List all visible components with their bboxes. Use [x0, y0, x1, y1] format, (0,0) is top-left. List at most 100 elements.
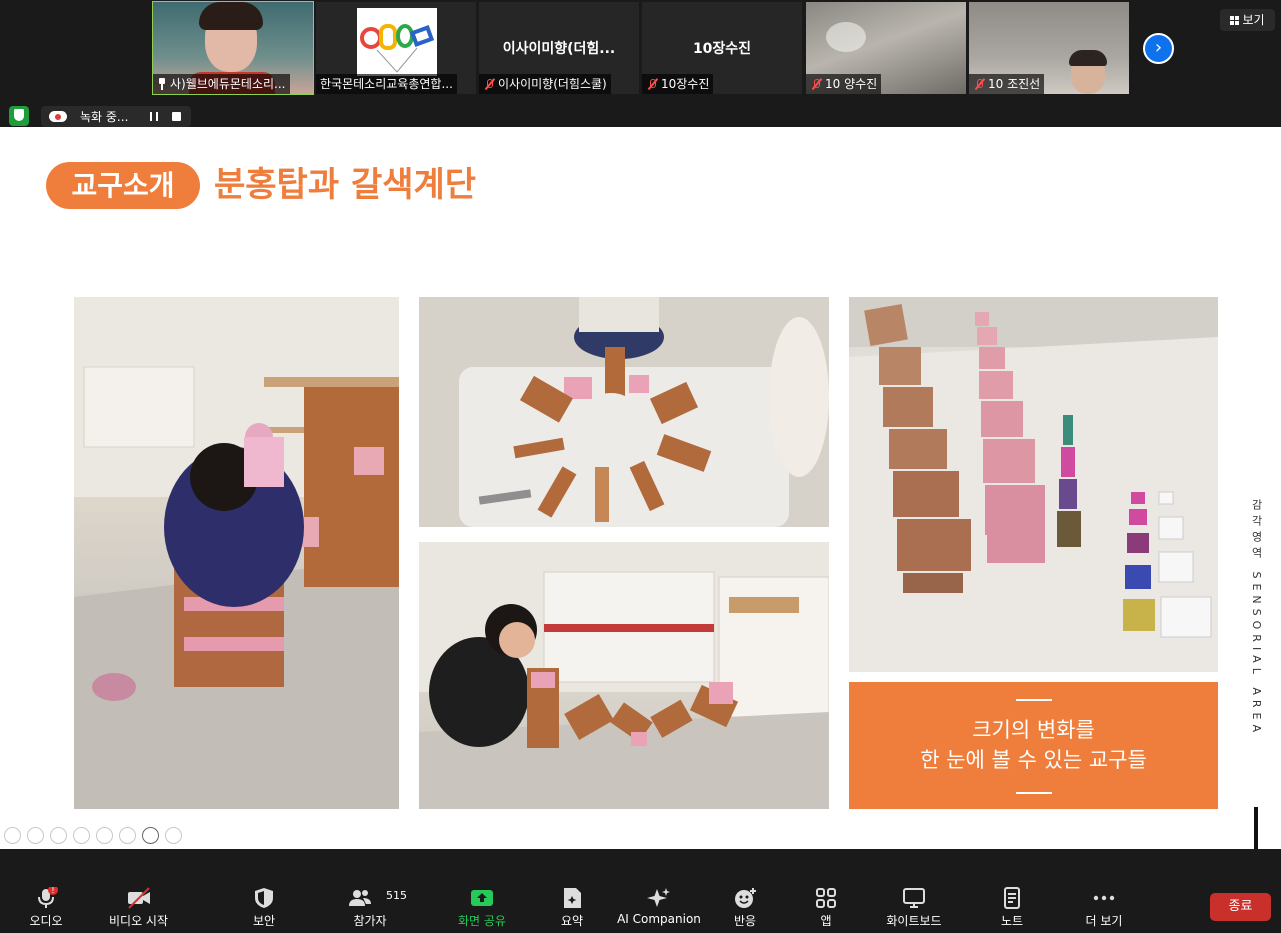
- notes-label: 노트: [1000, 914, 1024, 928]
- photo-content: [849, 297, 1218, 672]
- meeting-toolbar: ! 오디오 비디오 시작 보안 515 참가자 화면 공유 요약 AI Comp…: [0, 849, 1281, 933]
- ai-sparkle-icon: [647, 888, 670, 907]
- more-button[interactable]: 더 보기: [1080, 879, 1128, 929]
- side-accent-bar: [1254, 807, 1258, 849]
- audio-button[interactable]: ! 오디오: [20, 879, 72, 929]
- summary-label: 요약: [560, 914, 584, 928]
- more-dots-icon: [1093, 895, 1115, 901]
- photo-three-towers: [849, 297, 1218, 672]
- chevron-right-icon: ›: [1154, 37, 1163, 58]
- reactions-button[interactable]: 반응: [722, 879, 768, 929]
- share-screen-icon: [471, 890, 493, 906]
- shared-screen-slide: 교구소개 분홍탑과 갈색계단 크기의 변화를 한 눈에 볼 수 있는 교구들 감…: [0, 127, 1281, 849]
- photo-sun-arrangement: [419, 297, 829, 527]
- share-screen-button[interactable]: 화면 공유: [450, 879, 514, 929]
- participant-name: 10 양수진: [825, 77, 878, 91]
- whiteboard-label: 화이트보드: [886, 914, 942, 928]
- reactions-label: 반응: [733, 914, 757, 928]
- caption-bottom-rule: [1015, 792, 1052, 794]
- photo-content: [74, 297, 399, 809]
- apps-button[interactable]: 앱: [806, 879, 846, 929]
- end-meeting-button[interactable]: 종료: [1210, 893, 1271, 921]
- shield-icon: [255, 888, 273, 908]
- start-video-button[interactable]: 비디오 시작: [101, 879, 176, 929]
- grid-view-icon: [1230, 16, 1240, 25]
- participant-name-bar: 10 양수진: [806, 74, 882, 94]
- view-button[interactable]: 보기: [1220, 9, 1275, 31]
- pin-icon: [157, 78, 167, 90]
- participant-name: 사)웰브에듀몬테소리...: [170, 77, 286, 91]
- presentation-tools: [4, 827, 182, 845]
- photo-boy-building-stairs: [74, 297, 399, 809]
- mic-muted-icon: [973, 78, 985, 90]
- participant-tile-6[interactable]: 10 조진선: [969, 2, 1129, 94]
- recording-indicator: 녹화 중...: [41, 106, 191, 127]
- whiteboard-button[interactable]: 화이트보드: [880, 879, 948, 929]
- participants-label: 참가자: [353, 914, 387, 928]
- mic-muted-icon: [483, 78, 495, 90]
- pen-icon[interactable]: [50, 827, 67, 844]
- participants-icon: [349, 890, 371, 906]
- pause-recording-button[interactable]: [150, 112, 158, 121]
- ai-companion-button[interactable]: AI Companion: [616, 879, 702, 929]
- side-category-label: 감각영역 SENSORIAL AREA: [1248, 499, 1266, 799]
- participant-name-bar: 10 조진선: [969, 74, 1045, 94]
- participant-display-name: 이사이미향(더힘...: [502, 41, 616, 57]
- whiteboard-icon: [903, 888, 925, 908]
- caption-top-rule: [1015, 699, 1052, 701]
- next-page-button[interactable]: ›: [1143, 33, 1174, 64]
- slide-title: 분홍탑과 갈색계단: [214, 165, 477, 205]
- participant-name-bar: 이사이미향(더힘스쿨): [479, 74, 611, 94]
- zoom-icon[interactable]: [96, 827, 113, 844]
- recording-label: 녹화 중...: [80, 110, 129, 124]
- photo-zigzag-arrangement: [419, 542, 829, 809]
- participant-name: 이사이미향(더힘스쿨): [498, 77, 607, 91]
- participant-name-bar: 사)웰브에듀몬테소리...: [153, 74, 290, 94]
- participant-tile-2[interactable]: 한국몬테소리교육총연합...: [316, 2, 476, 94]
- prev-slide-icon[interactable]: [4, 827, 21, 844]
- participant-logo: [357, 8, 437, 76]
- stop-recording-button[interactable]: [172, 112, 181, 121]
- caption-line-1: 크기의 변화를: [972, 718, 1095, 742]
- summary-button[interactable]: 요약: [548, 879, 596, 929]
- video-off-icon: [127, 887, 150, 909]
- participant-tile-3[interactable]: 이사이미향(더힘... 이사이미향(더힘스쿨): [479, 2, 639, 94]
- participant-name-bar: 10장수진: [642, 74, 714, 94]
- photo-content: [419, 297, 829, 527]
- participants-button[interactable]: 515 참가자: [340, 879, 407, 929]
- mic-muted-icon: [810, 78, 822, 90]
- reaction-smile-icon: [735, 888, 756, 908]
- participant-name: 10장수진: [661, 77, 710, 91]
- view-label: 보기: [1242, 13, 1265, 27]
- ceiling-light: [826, 22, 866, 52]
- security-button[interactable]: 보안: [238, 879, 290, 929]
- audio-label: 오디오: [29, 914, 63, 928]
- apps-icon: [816, 888, 836, 908]
- notes-button[interactable]: 노트: [990, 879, 1034, 929]
- cloud-record-icon: [49, 111, 67, 122]
- participant-tile-4[interactable]: 10장수진 10장수진: [642, 2, 802, 94]
- participant-tile-1[interactable]: 사)웰브에듀몬테소리...: [152, 1, 314, 95]
- photo-content: [419, 542, 829, 809]
- camera-icon[interactable]: [142, 827, 159, 844]
- more-icon[interactable]: [165, 827, 182, 844]
- next-slide-icon[interactable]: [27, 827, 44, 844]
- participant-hair: [199, 2, 263, 30]
- caption-line-2: 한 눈에 볼 수 있는 교구들: [920, 748, 1147, 772]
- apps-label: 앱: [820, 914, 832, 928]
- more-label: 더 보기: [1085, 914, 1123, 928]
- participant-name-bar: 한국몬테소리교육총연합...: [316, 74, 457, 94]
- microphone-icon: !: [38, 887, 58, 908]
- side-label-text: 감각영역 SENSORIAL AREA: [1250, 499, 1263, 737]
- ai-companion-label: AI Companion: [617, 912, 701, 926]
- start-video-label: 비디오 시작: [108, 914, 168, 928]
- caption-box: 크기의 변화를 한 눈에 볼 수 있는 교구들: [849, 682, 1218, 809]
- encryption-shield-icon[interactable]: [9, 106, 29, 126]
- participant-hair: [1069, 50, 1107, 66]
- security-label: 보안: [252, 914, 276, 928]
- slides-icon[interactable]: [119, 827, 136, 844]
- participant-video-strip: 사)웰브에듀몬테소리... 한국몬테소리교육총연합... 이사이미향(더힘...: [0, 0, 1281, 127]
- participant-tile-5[interactable]: 10 양수진: [806, 2, 966, 94]
- mic-muted-icon: [646, 78, 658, 90]
- copy-icon[interactable]: [73, 827, 90, 844]
